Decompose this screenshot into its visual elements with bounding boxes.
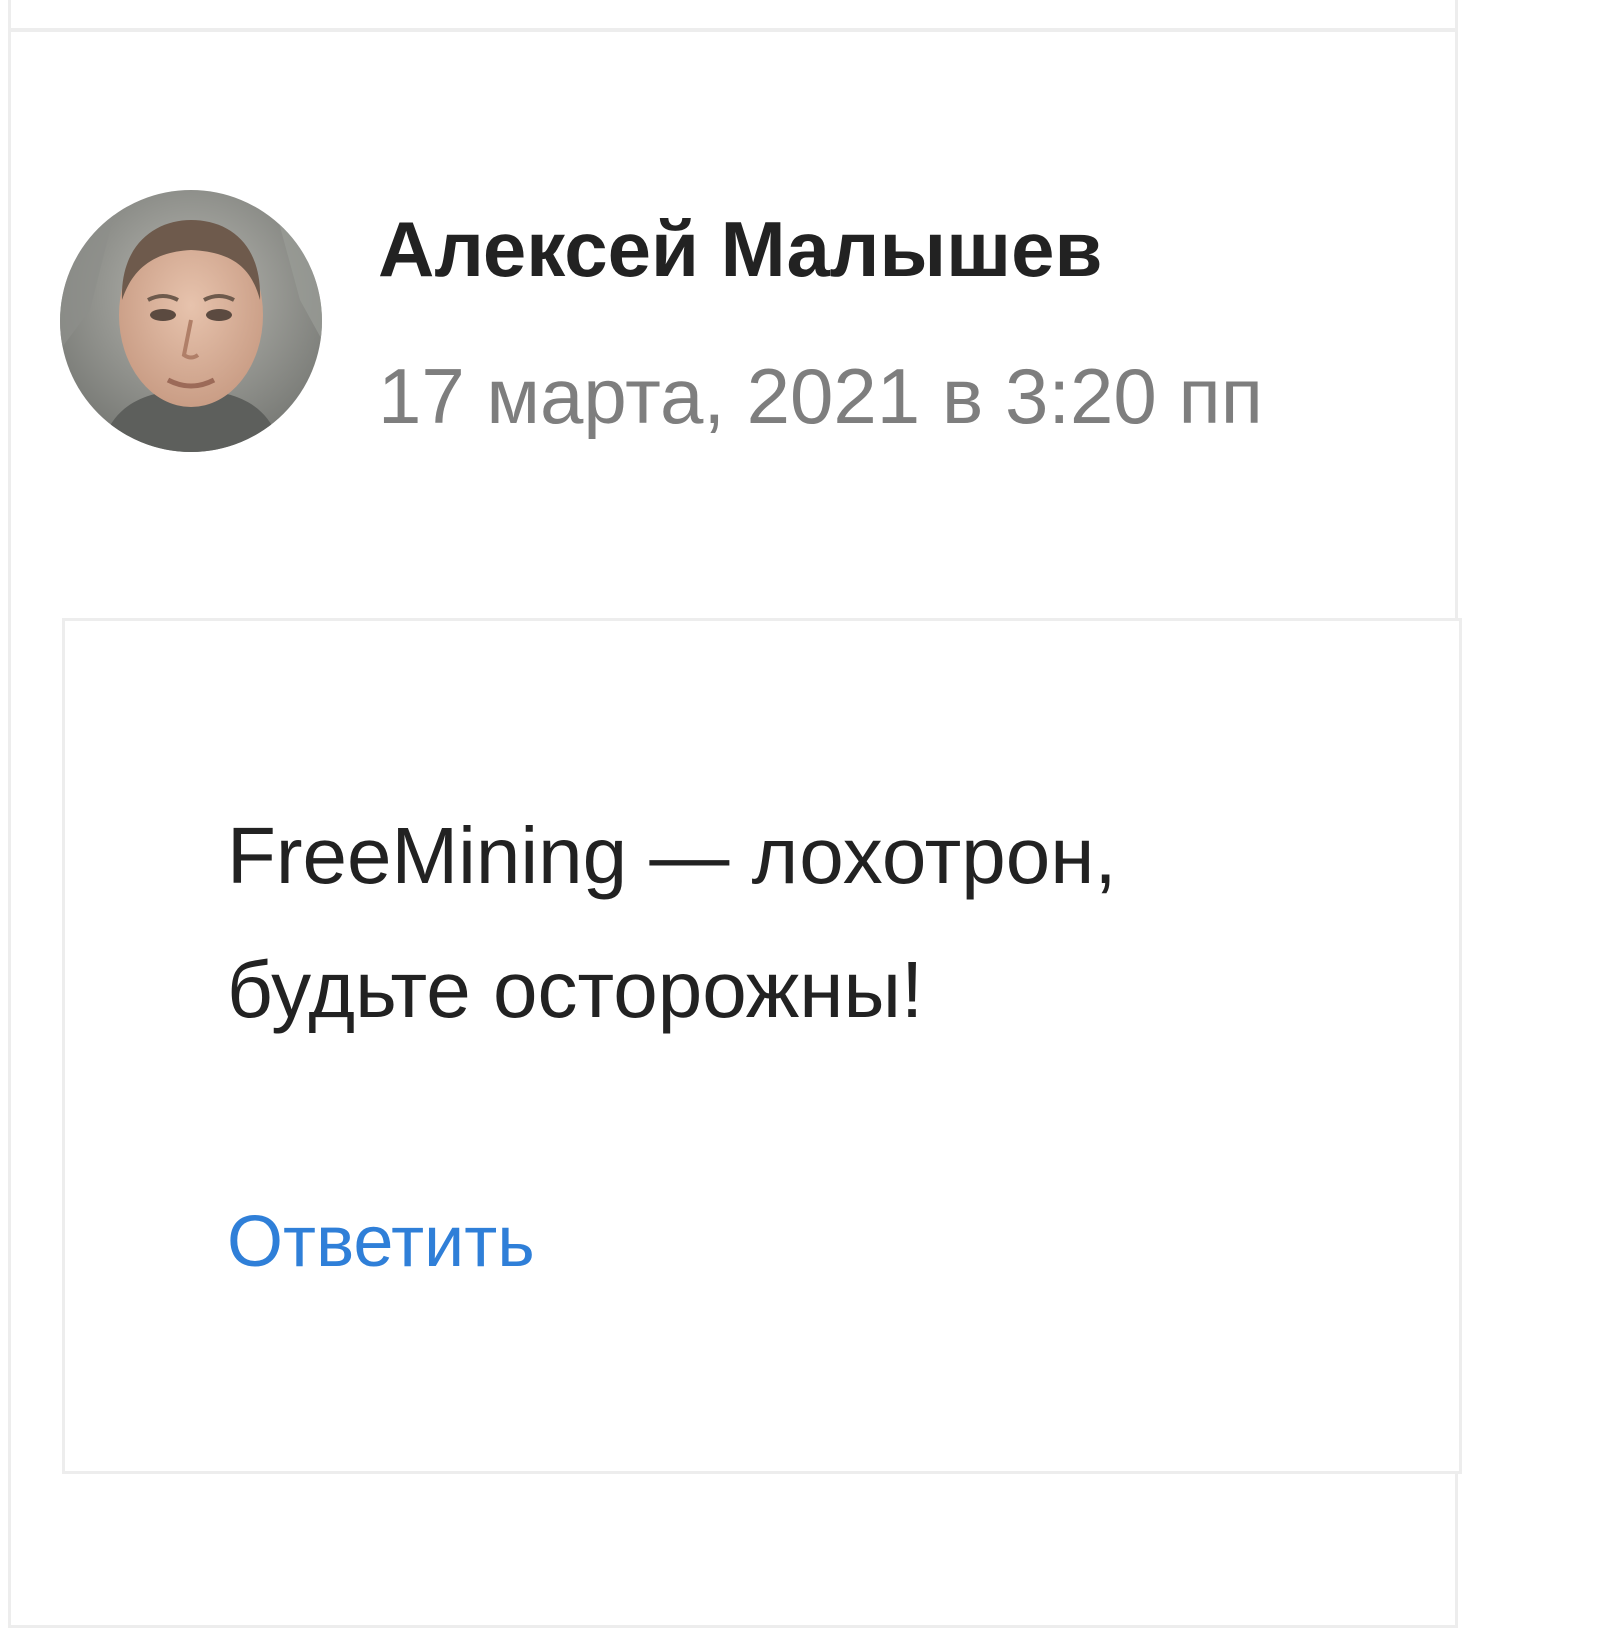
- user-avatar-icon: [60, 190, 322, 452]
- avatar: [60, 190, 322, 452]
- previous-comment-divider: [8, 28, 1458, 32]
- comment-author-name: Алексей Малышев: [378, 205, 1103, 293]
- reply-button[interactable]: Ответить: [227, 1201, 535, 1284]
- comment-date: 17 марта, 2021 в 3:20 пп: [378, 352, 1263, 440]
- comment-text: FreeMining — лохотрон, будьте осторожны!: [227, 811, 1117, 1034]
- comment-body-box: FreeMining — лохотрон, будьте осторожны!…: [62, 618, 1462, 1474]
